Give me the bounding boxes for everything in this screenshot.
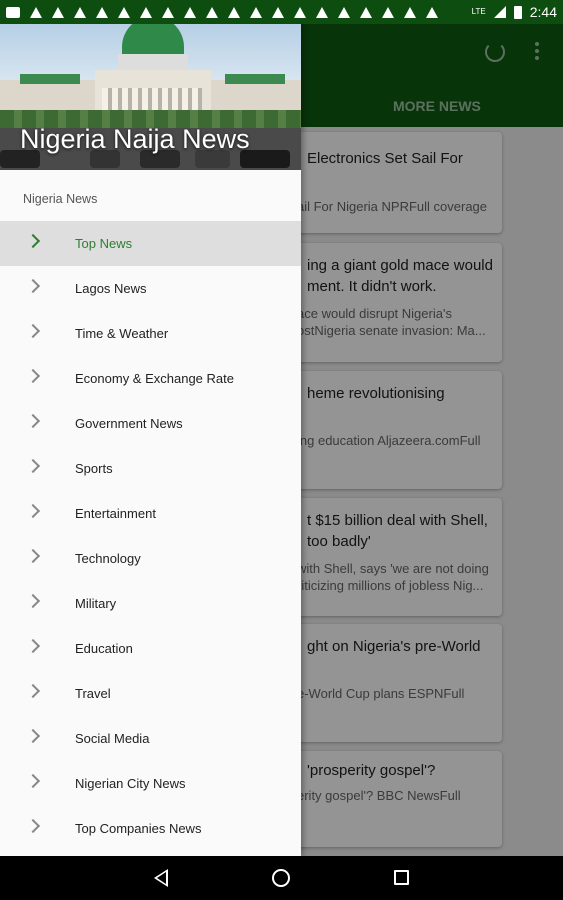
drawer-item-label: Government News [75, 416, 183, 431]
drawer-item-label: Military [75, 596, 117, 611]
chevron-right-icon [25, 683, 41, 699]
notification-bell-icon [162, 6, 174, 18]
drawer-title: Nigeria Naija News [20, 124, 250, 154]
drawer-item-label: Entertainment [75, 506, 156, 521]
battery-icon [513, 5, 522, 19]
drawer-item-military[interactable]: Military [0, 581, 301, 626]
notification-bell-icon [272, 6, 284, 18]
system-nav-bar [0, 856, 563, 900]
chevron-right-icon [25, 458, 41, 474]
notification-bell-icon [30, 6, 42, 18]
drawer-item-label: Nigerian City News [75, 776, 186, 791]
drawer-item-technology[interactable]: Technology [0, 536, 301, 581]
drawer-item-label: Technology [75, 551, 141, 566]
drawer-item-economy[interactable]: Economy & Exchange Rate [0, 356, 301, 401]
notification-bell-icon [52, 6, 64, 18]
chevron-right-icon [25, 728, 41, 744]
signal-icon [493, 6, 506, 18]
notification-bell-icon [184, 6, 196, 18]
drawer-item-label: Top News [75, 236, 133, 251]
notification-bell-icon [382, 6, 394, 18]
section-label: Nigeria News [23, 192, 98, 206]
drawer-item-government-news[interactable]: Government News [0, 401, 301, 446]
drawer-menu: Top News Lagos News Time & Weather Econo… [0, 221, 301, 851]
notification-bell-icon [316, 6, 328, 18]
drawer-item-nigerian-city-news[interactable]: Nigerian City News [0, 761, 301, 806]
chevron-right-icon [25, 278, 41, 294]
home-icon[interactable] [272, 869, 290, 887]
drawer-header: Nigeria Naija News [0, 0, 301, 170]
drawer-item-label: Social Media [75, 731, 150, 746]
notification-bell-icon [250, 6, 262, 18]
notification-bell-icon [228, 6, 240, 18]
chevron-right-icon [25, 323, 41, 339]
drawer-item-top-companies-news[interactable]: Top Companies News [0, 806, 301, 851]
chevron-right-icon [25, 503, 41, 519]
notification-bell-icon [96, 6, 108, 18]
drawer-item-label: Sports [75, 461, 113, 476]
chevron-right-icon [25, 638, 41, 654]
drawer-item-travel[interactable]: Travel [0, 671, 301, 716]
notification-bell-icon [338, 6, 350, 18]
drawer-item-label: Economy & Exchange Rate [75, 371, 234, 386]
notification-bell-icon [206, 6, 218, 18]
chevron-right-icon [25, 548, 41, 564]
drawer-item-lagos-news[interactable]: Lagos News [0, 266, 301, 311]
recents-icon[interactable] [394, 870, 409, 885]
drawer-item-education[interactable]: Education [0, 626, 301, 671]
chevron-right-icon [25, 233, 41, 249]
chevron-right-icon [25, 773, 41, 789]
drawer-item-top-news[interactable]: Top News [0, 221, 301, 266]
drawer-item-entertainment[interactable]: Entertainment [0, 491, 301, 536]
notification-bell-icon [360, 6, 372, 18]
drawer-item-label: Education [75, 641, 133, 656]
navigation-drawer: Nigeria Naija News Nigeria News Top News… [0, 0, 301, 856]
notification-bell-icon [74, 6, 86, 18]
chevron-right-icon [25, 818, 41, 834]
drawer-item-label: Time & Weather [75, 326, 169, 341]
notification-bell-icon [426, 6, 438, 18]
drawer-item-label: Travel [75, 686, 111, 701]
message-icon [6, 6, 20, 18]
chevron-right-icon [25, 368, 41, 384]
notification-bell-icon [294, 6, 306, 18]
chevron-right-icon [25, 593, 41, 609]
network-label: LTE [471, 7, 486, 16]
drawer-item-social-media[interactable]: Social Media [0, 716, 301, 761]
notification-icons [6, 6, 472, 18]
status-right: LTE 2:44 [472, 4, 557, 20]
back-icon[interactable] [154, 869, 168, 887]
clock: 2:44 [529, 4, 557, 20]
notification-bell-icon [118, 6, 130, 18]
chevron-right-icon [25, 413, 41, 429]
drawer-item-label: Top Companies News [75, 821, 202, 836]
status-bar: LTE 2:44 [0, 0, 563, 24]
notification-bell-icon [140, 6, 152, 18]
drawer-item-sports[interactable]: Sports [0, 446, 301, 491]
drawer-item-label: Lagos News [75, 281, 147, 296]
notification-bell-icon [404, 6, 416, 18]
drawer-item-time-weather[interactable]: Time & Weather [0, 311, 301, 356]
